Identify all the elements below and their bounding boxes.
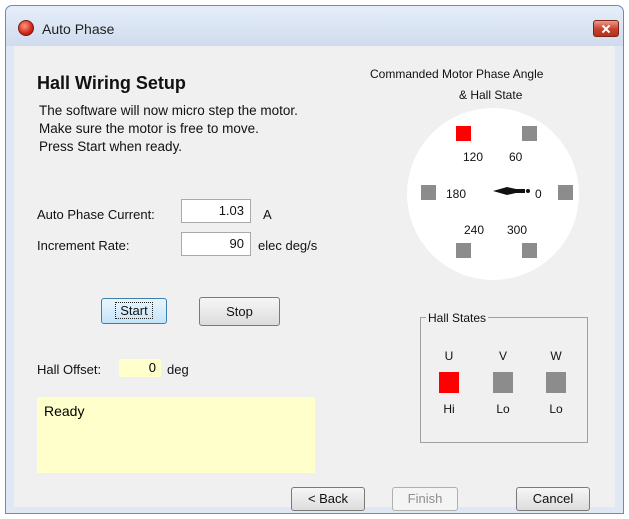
instruction-line-3: Press Start when ready. (39, 139, 183, 154)
hall-states-title: Hall States (426, 311, 489, 325)
close-button[interactable] (593, 20, 619, 37)
start-button-label: Start (115, 302, 153, 319)
hall-offset-unit: deg (167, 362, 189, 377)
hall-w-label: W (550, 349, 562, 363)
app-icon (18, 20, 34, 36)
hall-w-state: Lo (549, 402, 563, 416)
instruction-line-2: Make sure the motor is free to move. (39, 121, 259, 136)
angle-label-180: 180 (446, 187, 467, 201)
phase-marker-0 (558, 185, 573, 200)
current-unit: A (263, 207, 272, 222)
window-title: Auto Phase (42, 21, 115, 37)
auto-phase-window: Auto Phase Hall Wiring Setup The softwar… (5, 5, 624, 514)
hall-v-label: V (498, 349, 507, 363)
hall-offset-label: Hall Offset: (37, 362, 102, 377)
stop-button[interactable]: Stop (199, 297, 280, 326)
hall-offset-value: 0 (119, 359, 161, 377)
angle-label-60: 60 (509, 150, 523, 164)
phase-pointer-icon (493, 187, 530, 195)
diagram-subtitle: & Hall State (459, 88, 523, 102)
back-button[interactable]: < Back (291, 487, 365, 511)
phase-marker-60 (522, 126, 537, 141)
status-message: Ready (37, 397, 315, 473)
page-title: Hall Wiring Setup (37, 73, 186, 93)
rate-unit: elec deg/s (258, 238, 318, 253)
title-bar[interactable]: Auto Phase (6, 6, 623, 46)
cancel-button[interactable]: Cancel (516, 487, 590, 511)
angle-label-0: 0 (535, 187, 542, 201)
angle-label-240: 240 (464, 223, 485, 237)
hall-u-label: U (444, 349, 454, 363)
current-input[interactable]: 1.03 (181, 199, 251, 223)
phase-marker-300 (522, 243, 537, 258)
phase-marker-180 (421, 185, 436, 200)
hall-v-indicator (493, 372, 513, 393)
hall-u-state: Hi (443, 402, 455, 416)
dialog-body: Hall Wiring Setup The software will now … (14, 46, 615, 511)
rate-input[interactable]: 90 (181, 232, 251, 256)
current-label: Auto Phase Current: (37, 207, 155, 222)
angle-label-300: 300 (507, 223, 528, 237)
hall-w-indicator (546, 372, 566, 393)
phase-marker-240 (456, 243, 471, 258)
hall-v-state: Lo (496, 402, 510, 416)
finish-button[interactable]: Finish (392, 487, 458, 511)
start-button[interactable]: Start (101, 298, 167, 324)
diagram-title: Commanded Motor Phase Angle (370, 67, 544, 81)
phase-marker-120 (456, 126, 471, 141)
instruction-line-1: The software will now micro step the mot… (39, 103, 298, 118)
angle-label-120: 120 (463, 150, 484, 164)
hall-u-indicator (439, 372, 459, 393)
rate-label: Increment Rate: (37, 238, 130, 253)
